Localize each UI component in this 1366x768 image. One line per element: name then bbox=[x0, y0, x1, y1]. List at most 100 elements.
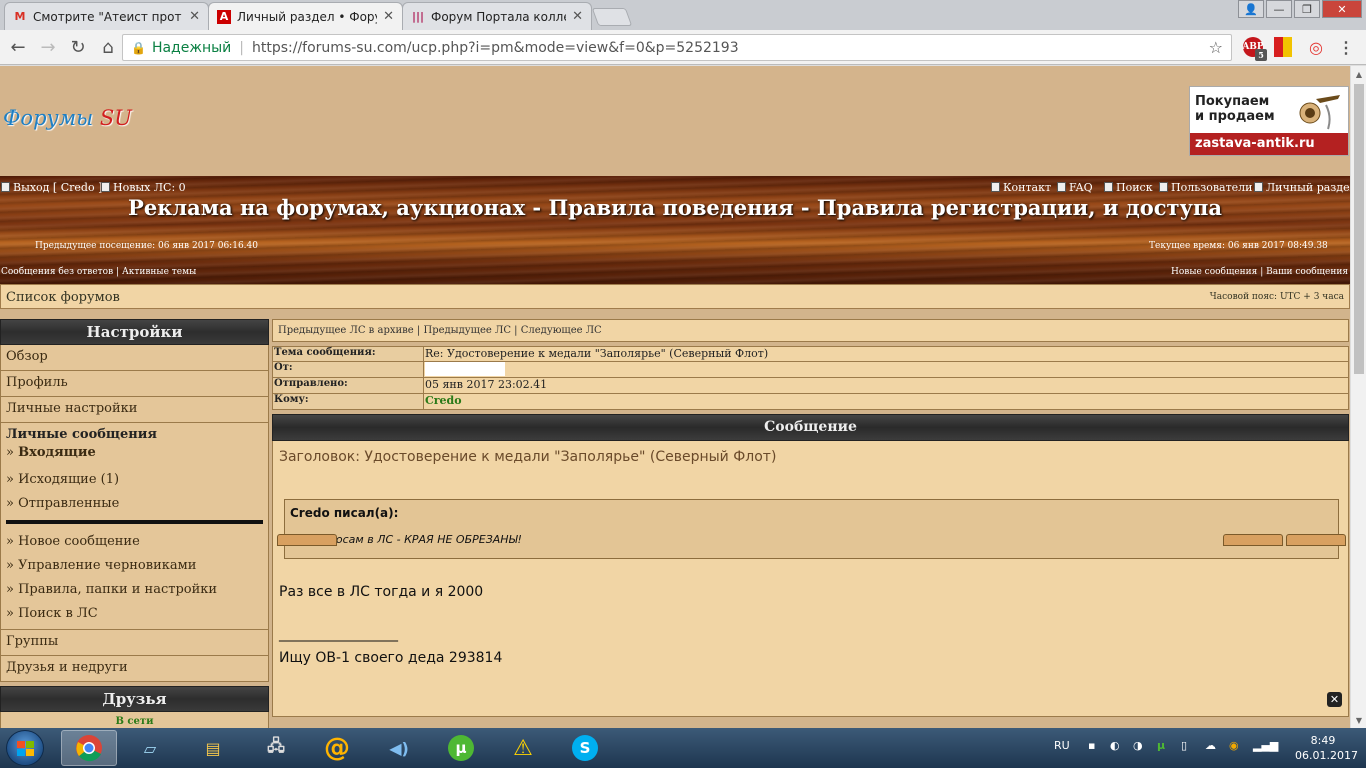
new-posts-link[interactable]: Новые сообщения bbox=[1171, 267, 1257, 277]
sidebar-item-outbox[interactable]: » Исходящие (1) bbox=[6, 468, 263, 492]
separator: | bbox=[514, 325, 518, 336]
scroll-down-icon[interactable]: ▼ bbox=[1351, 712, 1366, 728]
warning-taskbar-icon[interactable]: ⚠ bbox=[495, 730, 551, 766]
advertisement-banner[interactable]: Покупаем и продаем zastava-antik.ru bbox=[1189, 86, 1349, 156]
message-heading: Сообщение bbox=[272, 414, 1349, 441]
target-extension-icon[interactable]: ◎ bbox=[1306, 37, 1326, 57]
message-body: Заголовок: Удостоверение к медали "Запол… bbox=[272, 441, 1349, 717]
skype-taskbar-icon[interactable]: S bbox=[557, 730, 613, 766]
tab-personal-section[interactable]: A Личный раздел • Форум ✕ bbox=[208, 2, 403, 30]
next-pm-link[interactable]: Следующее ЛС bbox=[521, 325, 602, 336]
bookmark-extension-icon[interactable] bbox=[1274, 37, 1292, 57]
unanswered-link[interactable]: Сообщения без ответов bbox=[1, 267, 113, 277]
subject-value: Re: Удостоверение к медали "Заполярье" (… bbox=[424, 347, 1348, 361]
chrome-taskbar-icon[interactable] bbox=[61, 730, 117, 766]
sidebar-item-pm-search[interactable]: » Поиск в ЛС bbox=[6, 602, 263, 626]
utorrent-taskbar-icon[interactable]: µ bbox=[433, 730, 489, 766]
page-scrollbar[interactable]: ▲ ▼ bbox=[1350, 66, 1366, 728]
sidebar-item-profile[interactable]: Профиль bbox=[0, 371, 269, 397]
sidebar-item-preferences[interactable]: Личные настройки bbox=[0, 397, 269, 423]
prev-pm-link[interactable]: Предыдущее ЛС bbox=[423, 325, 511, 336]
tray-signal-icon[interactable]: ▂▄▆ bbox=[1253, 739, 1278, 752]
close-icon[interactable]: ✕ bbox=[1327, 692, 1342, 707]
tab-gmail[interactable]: M Смотрите "Атеист прот ✕ bbox=[4, 2, 209, 30]
site-logo[interactable]: Форумы SU bbox=[3, 106, 132, 130]
clock-date: 06.01.2017 bbox=[1295, 749, 1358, 762]
users-link[interactable]: Пользователи bbox=[1159, 181, 1252, 194]
prev-archive-link[interactable]: Предыдущее ЛС в архиве bbox=[278, 325, 414, 336]
logout-icon bbox=[1, 182, 10, 192]
tray-utorrent-icon[interactable]: µ bbox=[1157, 739, 1165, 752]
minimize-button[interactable]: — bbox=[1266, 0, 1292, 18]
search-link[interactable]: Поиск bbox=[1104, 181, 1153, 194]
notepad-taskbar-icon[interactable]: ▱ bbox=[122, 730, 178, 766]
logout-link[interactable]: Выход [ Credo ] bbox=[1, 181, 102, 194]
menu-icon[interactable]: ⋮ bbox=[1336, 37, 1356, 57]
mail-taskbar-icon[interactable]: @ bbox=[309, 730, 365, 766]
windows-taskbar: ▱ ▤ 🖧 @ ◀) µ ⚠ S RU ▪ ◐ ◑ µ ▯ ☁ ◉ ▂▄▆ 8:… bbox=[0, 728, 1366, 768]
window-close-button[interactable]: ✕ bbox=[1322, 0, 1362, 18]
reply-button[interactable] bbox=[277, 534, 337, 546]
sidebar-item-compose[interactable]: » Новое сообщение bbox=[6, 530, 263, 554]
tray-network-icon[interactable]: ☁ bbox=[1205, 739, 1216, 752]
sent-row: Отправлено: 05 янв 2017 23:02.41 bbox=[272, 378, 1349, 394]
antique-items-icon bbox=[1299, 95, 1340, 130]
scroll-up-icon[interactable]: ▲ bbox=[1351, 66, 1366, 82]
language-indicator[interactable]: RU bbox=[1054, 739, 1070, 752]
adblock-badge: 5 bbox=[1255, 49, 1267, 61]
tray-chrome-icon[interactable]: ◉ bbox=[1229, 739, 1239, 752]
restore-button[interactable]: ❐ bbox=[1294, 0, 1320, 18]
sidebar-item-drafts[interactable]: » Управление черновиками bbox=[6, 554, 263, 578]
start-button[interactable] bbox=[6, 730, 44, 766]
forum-title[interactable]: Реклама на форумах, аукционах - Правила … bbox=[0, 195, 1350, 220]
breadcrumb: Список форумов Часовой пояс: UTC + 3 час… bbox=[0, 284, 1350, 309]
forward-button[interactable] bbox=[1286, 534, 1346, 546]
forums-list-link[interactable]: Список форумов bbox=[6, 290, 120, 305]
your-posts-link[interactable]: Ваши сообщения bbox=[1266, 267, 1348, 277]
scrollbar-thumb[interactable] bbox=[1354, 84, 1364, 374]
pm-group-title[interactable]: Личные сообщения bbox=[6, 427, 263, 442]
address-bar[interactable]: 🔒 Надежный | https://forums-su.com/ucp.p… bbox=[122, 34, 1232, 61]
audio-taskbar-icon[interactable]: ◀) bbox=[371, 730, 427, 766]
active-topics-link[interactable]: Активные темы bbox=[122, 267, 196, 277]
tray-app-icon[interactable]: ▪ bbox=[1088, 739, 1095, 752]
network-taskbar-icon[interactable]: 🖧 bbox=[248, 730, 304, 766]
new-pm-link[interactable]: Новых ЛС: 0 bbox=[101, 181, 186, 194]
recipient-link[interactable]: Credo bbox=[424, 394, 1348, 409]
forward-button[interactable]: → bbox=[33, 32, 63, 62]
ad-line2: и продаем bbox=[1195, 109, 1275, 124]
separator: | bbox=[239, 39, 244, 56]
taskbar-clock[interactable]: 8:49 06.01.2017 bbox=[1295, 733, 1358, 763]
lock-icon: 🔒 bbox=[131, 40, 146, 55]
sidebar-item-groups[interactable]: Группы bbox=[0, 630, 269, 656]
tray-power-icon[interactable]: ◑ bbox=[1133, 739, 1143, 752]
separator: | bbox=[1260, 267, 1264, 277]
faq-link[interactable]: FAQ bbox=[1057, 181, 1093, 194]
back-button[interactable]: ← bbox=[3, 32, 33, 62]
sidebar-item-overview[interactable]: Обзор bbox=[0, 345, 269, 371]
tray-battery-icon[interactable]: ▯ bbox=[1181, 739, 1187, 752]
home-button[interactable]: ⌂ bbox=[93, 32, 123, 62]
close-icon[interactable]: ✕ bbox=[189, 9, 200, 24]
profile-icon[interactable]: 👤 bbox=[1238, 0, 1264, 18]
quote-button[interactable] bbox=[1223, 534, 1283, 546]
contact-link[interactable]: Контакт bbox=[991, 181, 1051, 194]
close-icon[interactable]: ✕ bbox=[383, 9, 394, 24]
reload-button[interactable]: ↻ bbox=[63, 32, 93, 62]
tray-audio-icon[interactable]: ◐ bbox=[1110, 739, 1120, 752]
faq-icon bbox=[1057, 182, 1066, 192]
signature-divider: _________________ bbox=[279, 626, 398, 642]
sidebar-item-inbox[interactable]: » Входящие bbox=[6, 444, 263, 468]
ad-headline: Покупаем и продаем bbox=[1195, 94, 1285, 124]
new-tab-button[interactable] bbox=[591, 8, 633, 26]
sidebar-item-pm-options[interactable]: » Правила, папки и настройки bbox=[6, 578, 263, 602]
ucp-link[interactable]: Личный раздел bbox=[1254, 181, 1350, 194]
pm-view-panel: Предыдущее ЛС в архиве | Предыдущее ЛС |… bbox=[272, 319, 1349, 728]
explorer-taskbar-icon[interactable]: ▤ bbox=[185, 730, 241, 766]
sidebar-item-friends-foes[interactable]: Друзья и недруги bbox=[0, 656, 269, 682]
subject-label: Тема сообщения: bbox=[273, 347, 424, 361]
bookmark-star-icon[interactable]: ☆ bbox=[1209, 38, 1223, 57]
tab-portal-forum[interactable]: ||| Форум Портала коллекц ✕ bbox=[402, 2, 592, 30]
close-icon[interactable]: ✕ bbox=[572, 9, 583, 24]
sidebar-item-sent[interactable]: » Отправленные bbox=[6, 492, 263, 516]
